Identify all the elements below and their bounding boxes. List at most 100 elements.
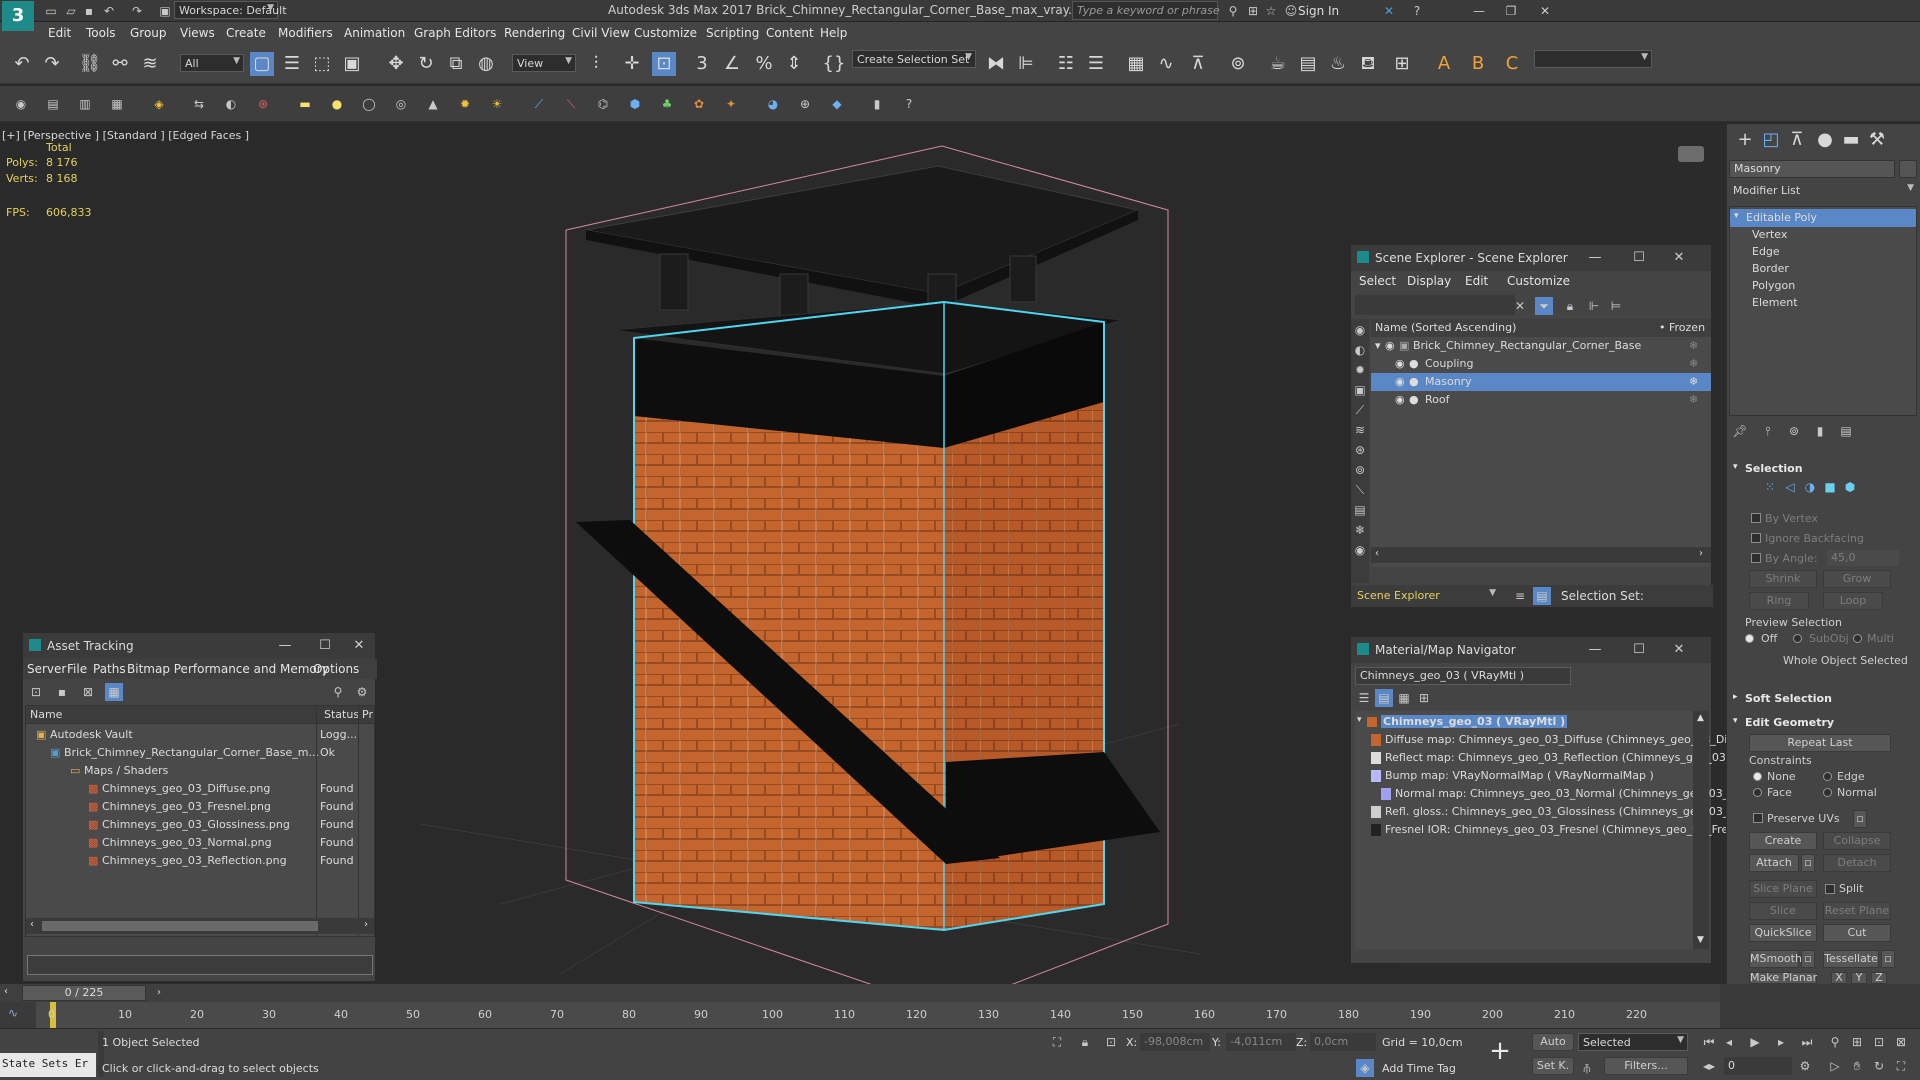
polygon-mode-icon[interactable]: ■ <box>1821 478 1839 496</box>
table-row[interactable]: ▩ Chimneys_geo_03_Reflection.png Found <box>26 852 374 870</box>
curve-editor-toggle-icon[interactable]: ∿ <box>8 1006 18 1020</box>
preserve-uvs-settings-button[interactable]: ▫ <box>1853 810 1867 828</box>
menu-edit[interactable]: Edit <box>48 26 71 40</box>
scene-tree-scrollbar[interactable]: ‹ › <box>1371 547 1711 563</box>
tree-item-root[interactable]: ▾ ◉ ▣ Brick_Chimney_Rectangular_Corner_B… <box>1371 337 1711 355</box>
menu-bitmap-performance[interactable]: Bitmap Performance and Memory <box>127 662 329 676</box>
set-key-large-icon[interactable]: + <box>1488 1038 1512 1064</box>
time-slider[interactable]: ‹ 0 / 225 › <box>0 984 1720 1002</box>
stack-item-edge[interactable]: Edge <box>1730 243 1916 261</box>
lock-icon[interactable]: 🔒︎ <box>1561 297 1579 315</box>
col-pr[interactable]: Pr <box>362 708 373 721</box>
maximize-icon[interactable]: ☐ <box>1631 642 1647 658</box>
previous-frame-icon[interactable]: ◂ <box>1720 1033 1738 1051</box>
by-vertex-checkbox[interactable] <box>1751 513 1761 523</box>
scene-explorer-search[interactable] <box>1355 295 1515 315</box>
eye-icon[interactable]: ◉ <box>1385 339 1395 352</box>
create-button[interactable]: Create <box>1749 832 1817 850</box>
display-containers-icon[interactable]: ▤ <box>1351 501 1369 519</box>
set-key-button[interactable]: Set K. <box>1532 1057 1574 1075</box>
asset-tool-icon-4[interactable]: ▦ <box>105 683 123 701</box>
zoom-icon[interactable]: ⚲ <box>1826 1033 1844 1051</box>
redo-small-icon[interactable]: ↷ <box>128 2 146 20</box>
quickslice-button[interactable]: QuickSlice <box>1749 924 1817 942</box>
planar-y-button[interactable]: Y <box>1851 972 1867 984</box>
constraint-face-radio[interactable] <box>1753 788 1762 797</box>
menu-create[interactable]: Create <box>226 26 266 40</box>
constraint-none-radio[interactable] <box>1753 772 1762 781</box>
spinner-snap-icon[interactable]: ⇕ <box>782 52 806 76</box>
menu-paths[interactable]: Paths <box>93 662 126 676</box>
go-to-end-icon[interactable]: ⏭ <box>1798 1033 1816 1051</box>
display-lights-icon[interactable]: ✹ <box>1351 361 1369 379</box>
collapse-icon[interactable]: ▾ <box>1357 715 1362 725</box>
display-tab-icon[interactable]: ▬ <box>1839 128 1863 152</box>
configure-sets-icon[interactable]: ▤ <box>1837 422 1855 440</box>
split-checkbox[interactable] <box>1825 884 1835 894</box>
render-in-cloud-icon[interactable]: ⊞ <box>1390 52 1414 76</box>
window-crossing-icon[interactable]: ▣ <box>340 52 364 76</box>
selection-rollout-header[interactable]: ▾ Selection <box>1727 460 1920 478</box>
selection-lock-icon[interactable]: 🔒︎ <box>1076 1033 1094 1051</box>
key-mode-toggle-icon[interactable]: ◂▸ <box>1700 1057 1718 1075</box>
toggle-layer-explorer-icon[interactable]: ☰ <box>1084 52 1108 76</box>
rendered-frame-window-icon[interactable]: ▤ <box>1296 52 1320 76</box>
asset-path-field[interactable] <box>27 955 373 975</box>
material-map-row[interactable]: Reflect map: Chimneys_geo_03_Reflection … <box>1355 749 1735 767</box>
box-icon[interactable]: ▬ <box>296 95 314 113</box>
project-icon[interactable]: ▣ <box>156 2 174 20</box>
key-filters-button[interactable]: Filters... <box>1604 1057 1688 1075</box>
scroll-left-icon[interactable]: ‹ <box>30 919 34 930</box>
x-coordinate-field[interactable]: -98,008cm <box>1140 1033 1210 1051</box>
align-icon[interactable]: ⊫ <box>1014 52 1038 76</box>
filter-icon[interactable]: ⏷ <box>1535 297 1553 315</box>
menu-animation[interactable]: Animation <box>344 26 405 40</box>
clear-search-icon[interactable]: ✕ <box>1511 297 1529 315</box>
edit-named-selection-icon[interactable]: {} <box>822 52 846 76</box>
modify-tab-icon[interactable]: ◰ <box>1759 128 1783 152</box>
toolbar2-icon-6[interactable]: ⇆ <box>190 95 208 113</box>
time-slider-prev-icon[interactable]: ‹ <box>4 986 8 997</box>
show-end-result-icon[interactable]: ⫯ <box>1759 422 1777 440</box>
subscription-icon[interactable]: ⊞ <box>1244 2 1262 20</box>
scroll-up-icon[interactable]: ▲ <box>1697 713 1704 723</box>
planar-z-button[interactable]: Z <box>1871 972 1887 984</box>
toolbar2-icon-10[interactable]: ⟍ <box>562 95 580 113</box>
search-input[interactable]: Type a keyword or phrase <box>1072 1 1220 20</box>
time-slider-next-icon[interactable]: › <box>157 986 161 1000</box>
cone-icon[interactable]: ▲ <box>424 95 442 113</box>
msmooth-button[interactable]: MSmooth <box>1749 950 1802 968</box>
tree-item-roof[interactable]: ◉ ● Roof ❄ <box>1371 391 1711 409</box>
sign-in-link[interactable]: Sign In <box>1298 4 1339 18</box>
toolbar2-icon-1[interactable]: ◉ <box>12 95 30 113</box>
toolbar2-help-icon[interactable]: ? <box>900 95 918 113</box>
percent-snap-icon[interactable]: % <box>752 52 776 76</box>
help-icon[interactable]: ? <box>1408 2 1426 20</box>
pivot-center-icon[interactable]: ⫶ <box>584 52 608 76</box>
col-name[interactable]: Name <box>30 708 62 721</box>
z-coordinate-field[interactable]: 0,0cm <box>1310 1033 1376 1051</box>
expand-icon[interactable]: ⊨ <box>1607 297 1625 315</box>
constraint-edge-radio[interactable] <box>1823 772 1832 781</box>
undo-icon[interactable]: ↶ <box>10 52 34 76</box>
menu-customize[interactable]: Customize <box>1507 274 1570 288</box>
utilities-tab-icon[interactable]: ⚒ <box>1865 128 1889 152</box>
minimize-icon[interactable]: — <box>277 638 293 654</box>
menu-help[interactable]: Help <box>820 26 847 40</box>
time-tag-icon[interactable]: ◈ <box>1356 1059 1374 1077</box>
toolbar2-icon-3[interactable]: ▥ <box>76 95 94 113</box>
col-name-sorted[interactable]: Name (Sorted Ascending) <box>1375 321 1516 334</box>
by-angle-checkbox[interactable] <box>1751 553 1761 563</box>
slice-plane-button[interactable]: Slice Plane <box>1749 880 1817 898</box>
asset-tracking-titlebar[interactable]: Asset Tracking — ☐ ✕ <box>23 633 375 659</box>
col-status[interactable]: Status <box>324 708 359 721</box>
save-file-icon[interactable]: ▪ <box>80 2 98 20</box>
text-b-icon[interactable]: B <box>1466 52 1490 76</box>
sun-icon[interactable]: ☀ <box>488 95 506 113</box>
bind-space-warp-icon[interactable]: ≋ <box>138 52 162 76</box>
y-coordinate-field[interactable]: -4,011cm <box>1226 1033 1296 1051</box>
render-production-icon[interactable]: ♨ <box>1326 52 1350 76</box>
view-list-icons-icon[interactable]: ▤ <box>1375 689 1393 707</box>
soft-selection-rollout-header[interactable]: ▸ Soft Selection <box>1727 690 1920 708</box>
attach-settings-button[interactable]: ▫ <box>1801 854 1815 872</box>
